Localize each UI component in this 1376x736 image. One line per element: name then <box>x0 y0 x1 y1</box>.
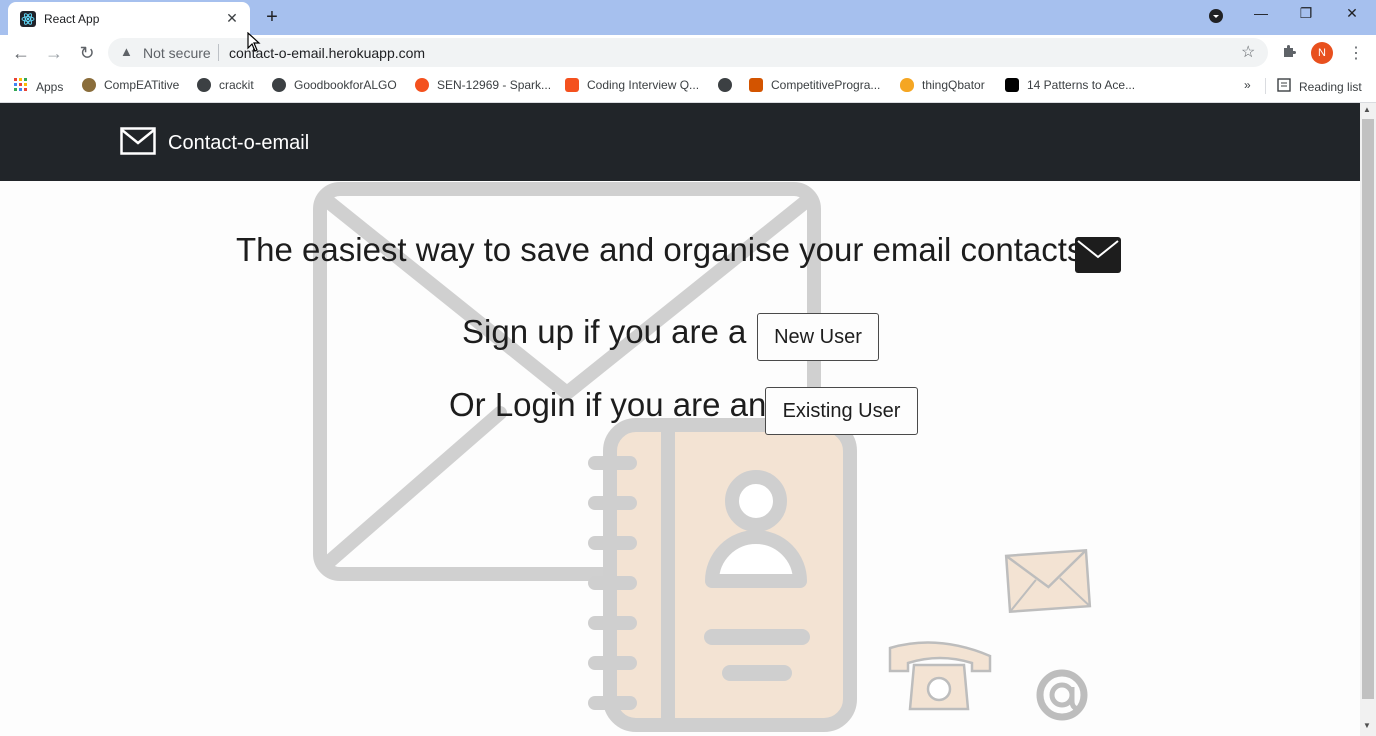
profile-avatar[interactable]: N <box>1311 42 1333 64</box>
signup-prompt: Sign up if you are a <box>462 313 747 350</box>
login-prompt: Or Login if you are an <box>449 386 767 423</box>
book-icon <box>749 78 763 92</box>
window-close-icon[interactable]: ✕ <box>1340 5 1364 22</box>
at-sign-icon <box>1036 669 1088 721</box>
page-viewport: Contact-o-email The easiest way to save … <box>0 103 1360 736</box>
scroll-up-icon[interactable]: ▲ <box>1363 105 1371 114</box>
bookmark-goodbookforalgo[interactable]: GoodbookforALGO <box>272 78 397 92</box>
reload-icon[interactable]: ↻ <box>76 42 98 64</box>
bookmark-label: SEN-12969 - Spark... <box>437 78 552 92</box>
address-book-icon <box>588 418 857 732</box>
bookmarks-divider <box>1265 78 1266 94</box>
bookmarks-bar: Apps CompEATitive crackit GoodbookforALG… <box>0 70 1376 103</box>
globe-icon <box>718 78 732 92</box>
mail-outline-icon <box>120 127 156 160</box>
react-logo-icon <box>20 10 36 27</box>
globe-icon <box>272 78 286 92</box>
globe-icon <box>197 78 211 92</box>
reading-list-button[interactable]: Reading list <box>1277 78 1362 95</box>
telephone-icon <box>888 641 992 711</box>
scroll-down-icon[interactable]: ▼ <box>1363 721 1371 730</box>
bookmark-apps[interactable]: Apps <box>14 78 63 95</box>
bookmark-label: CompEATitive <box>104 78 180 92</box>
bookmark-label: GoodbookforALGO <box>294 78 397 92</box>
hero-headline: The easiest way to save and organise you… <box>236 231 1084 268</box>
bookmark-thingqbator[interactable]: thingQbator <box>900 78 985 92</box>
bookmark-sen-12969[interactable]: SEN-12969 - Spark... <box>415 78 551 92</box>
tab-search-icon[interactable] <box>1204 8 1228 27</box>
minimize-icon[interactable]: — <box>1249 5 1273 21</box>
reading-list-label: Reading list <box>1299 79 1362 94</box>
menu-kebab-icon[interactable]: ⋮ <box>1348 43 1364 63</box>
bookmark-label: crackit <box>219 78 254 92</box>
warning-icon: ▲ <box>120 44 133 59</box>
bookmark-label: 14 Patterns to Ace... <box>1027 78 1136 92</box>
extensions-icon[interactable] <box>1281 43 1297 64</box>
bookmarks-overflow-button[interactable]: » <box>1244 78 1251 92</box>
bookmark-label: thingQbator <box>922 78 985 92</box>
tab-strip: React App ✕ + — ❐ ✕ <box>0 0 1376 35</box>
bookmark-coding-interview[interactable]: Coding Interview Q... <box>565 78 699 92</box>
tab-title: React App <box>44 11 100 26</box>
address-bar[interactable]: ▲ Not secure contact-o-email.herokuapp.c… <box>108 38 1268 67</box>
restore-icon[interactable]: ❐ <box>1294 5 1318 22</box>
brand-link[interactable]: Contact-o-email <box>120 127 309 160</box>
reading-list-icon <box>1277 78 1291 95</box>
apps-grid-icon <box>14 78 28 95</box>
bookmark-compeatitive[interactable]: CompEATitive <box>82 78 179 92</box>
bookmark-label: Apps <box>36 79 64 94</box>
bookmark-star-icon[interactable]: ☆ <box>1241 42 1255 62</box>
small-envelope-icon <box>1004 548 1092 614</box>
security-label: Not secure <box>143 45 211 61</box>
bookmark-14-patterns[interactable]: 14 Patterns to Ace... <box>1005 78 1135 92</box>
page-scrollbar[interactable]: ▲ ▼ <box>1360 103 1376 736</box>
address-divider <box>218 44 219 61</box>
browser-tab[interactable]: React App ✕ <box>8 2 250 35</box>
brand-name: Contact-o-email <box>168 132 310 154</box>
bookmark-competitiveprogra[interactable]: CompetitiveProgra... <box>749 78 880 92</box>
jira-icon <box>415 78 429 92</box>
new-tab-button[interactable]: + <box>261 6 283 29</box>
mouse-cursor-icon <box>247 32 261 52</box>
owl-icon <box>82 78 96 92</box>
top-navbar: Contact-o-email <box>0 103 1360 181</box>
close-tab-icon[interactable]: ✕ <box>224 10 240 27</box>
medium-icon <box>1005 78 1019 92</box>
scroll-thumb[interactable] <box>1362 119 1374 699</box>
browser-toolbar: ← → ↻ ▲ Not secure contact-o-email.herok… <box>0 35 1376 70</box>
bookmark-crackit[interactable]: crackit <box>197 78 254 92</box>
back-icon[interactable]: ← <box>10 42 32 64</box>
bookmark-label: Coding Interview Q... <box>587 78 700 92</box>
existing-user-button[interactable]: Existing User <box>765 387 918 435</box>
mail-filled-icon <box>1075 237 1121 278</box>
bookmark-label: CompetitiveProgra... <box>771 78 881 92</box>
egg-icon <box>900 78 914 92</box>
forward-icon[interactable]: → <box>43 42 65 64</box>
bookmark-globe[interactable] <box>718 78 740 92</box>
new-user-button[interactable]: New User <box>757 313 879 361</box>
overflow-icon: » <box>1244 78 1251 92</box>
coding-icon <box>565 78 579 92</box>
